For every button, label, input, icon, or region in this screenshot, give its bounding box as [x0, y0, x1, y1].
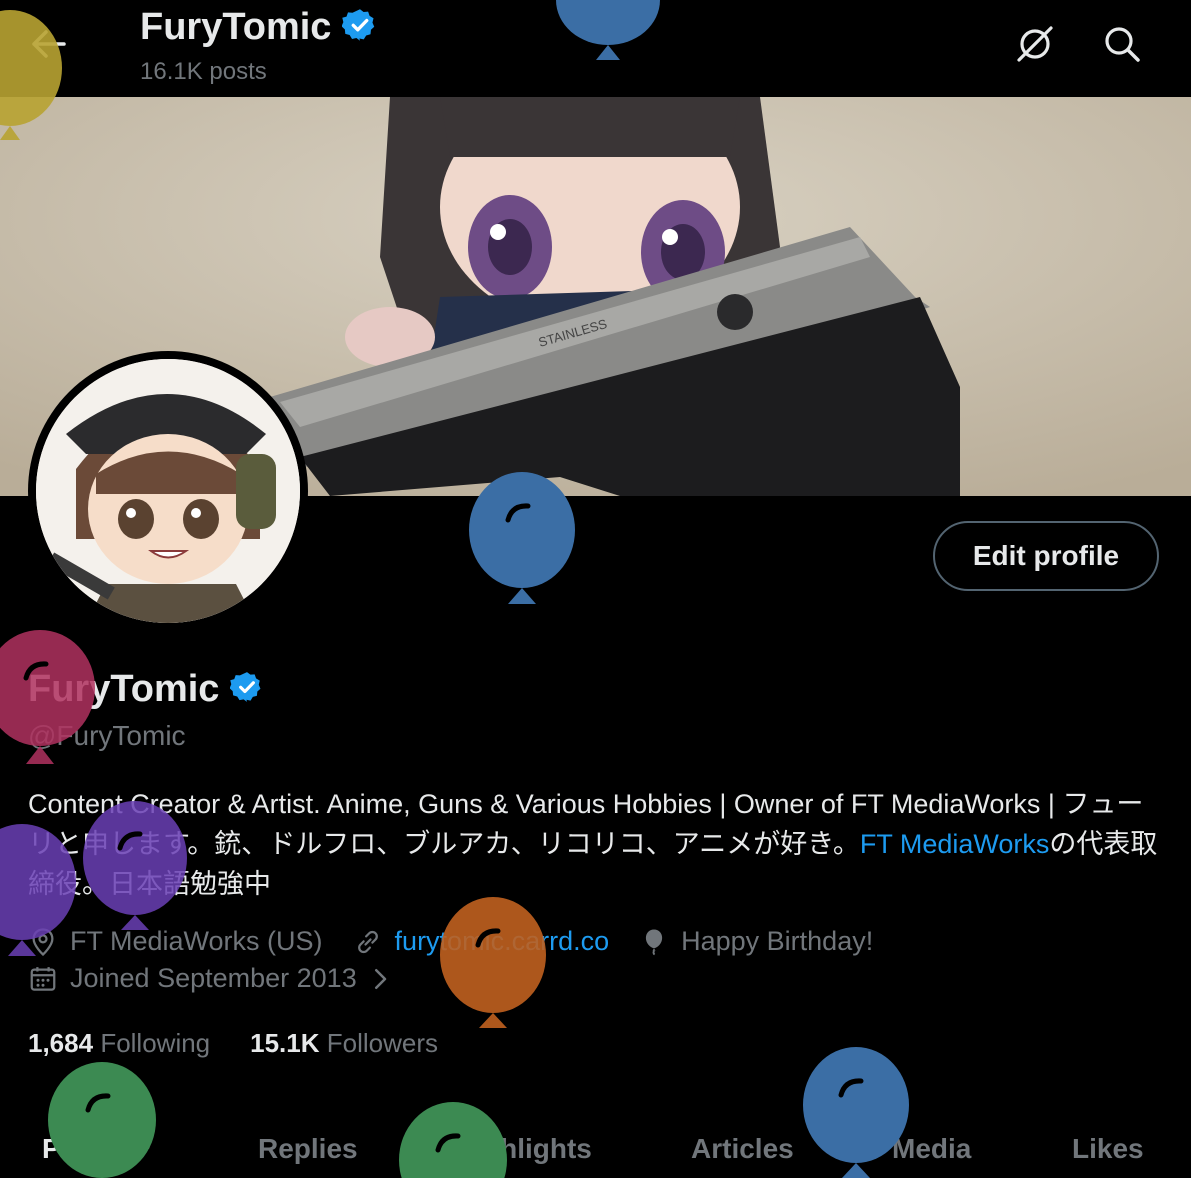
- balloon-orange: [440, 897, 546, 1028]
- profile-name: FuryTomic: [28, 668, 220, 710]
- top-bar: FuryTomic 16.1K posts: [0, 0, 1191, 97]
- location-item: FT MediaWorks (US): [28, 926, 323, 957]
- header-title-row: FuryTomic: [140, 6, 378, 49]
- profile-name-row: FuryTomic: [28, 668, 264, 711]
- following-link[interactable]: 1,684 Following: [28, 1028, 210, 1059]
- following-count: 1,684: [28, 1028, 94, 1058]
- arrow-left-icon: [32, 30, 66, 58]
- verified-badge-icon[interactable]: [229, 670, 264, 709]
- grok-button[interactable]: [1015, 24, 1055, 64]
- follow-stats: 1,684 Following 15.1K Followers: [28, 1028, 478, 1059]
- balloon-icon: [645, 929, 663, 955]
- back-button[interactable]: [28, 26, 68, 62]
- tab-posts-label: Posts: [42, 1133, 119, 1164]
- calendar-icon: [30, 966, 56, 991]
- tab-likes[interactable]: Likes: [1072, 1133, 1144, 1165]
- edit-profile-button[interactable]: Edit profile: [933, 521, 1159, 591]
- tab-articles[interactable]: Articles: [691, 1133, 794, 1165]
- posts-count: 16.1K posts: [140, 58, 267, 85]
- location-pin-icon: [32, 927, 54, 956]
- chevron-right-icon: [374, 968, 386, 989]
- location-text: FT MediaWorks (US): [70, 926, 323, 956]
- verified-badge-icon: [341, 7, 378, 48]
- tab-highlights[interactable]: Highlights: [455, 1133, 592, 1165]
- joined-text: Joined September 2013: [70, 963, 357, 993]
- tab-replies[interactable]: Replies: [258, 1133, 358, 1165]
- search-button[interactable]: [1102, 24, 1142, 64]
- avatar-image: [36, 359, 300, 623]
- profile-avatar[interactable]: [28, 351, 308, 631]
- tab-media[interactable]: Media: [892, 1133, 971, 1165]
- birthday-item: Happy Birthday!: [639, 926, 873, 957]
- following-label: Following: [100, 1028, 211, 1058]
- header-title: FuryTomic: [140, 6, 332, 48]
- tab-posts[interactable]: Posts: [42, 1133, 154, 1165]
- profile-handle: @FuryTomic: [28, 720, 186, 751]
- grok-icon: [1017, 26, 1053, 62]
- followers-label: Followers: [326, 1028, 439, 1058]
- followers-link[interactable]: 15.1K Followers: [250, 1028, 438, 1059]
- followers-count: 15.1K: [250, 1028, 320, 1058]
- search-icon: [1105, 27, 1140, 62]
- joined-item[interactable]: Joined September 2013: [28, 963, 407, 994]
- birthday-text: Happy Birthday!: [681, 926, 874, 956]
- link-icon: [357, 930, 378, 953]
- profile-bio: Content Creator & Artist. Anime, Guns & …: [28, 784, 1168, 904]
- chevron-down-icon: [130, 1145, 150, 1157]
- profile-tabs: Posts Replies Highlights Articles Media …: [0, 1125, 1191, 1178]
- profile-meta: FT MediaWorks (US) furytomic.carrd.co Ha…: [28, 926, 903, 957]
- bio-mention-link[interactable]: FT MediaWorks: [860, 829, 1050, 859]
- website-item[interactable]: furytomic.carrd.co: [353, 926, 610, 957]
- website-link[interactable]: furytomic.carrd.co: [395, 926, 610, 957]
